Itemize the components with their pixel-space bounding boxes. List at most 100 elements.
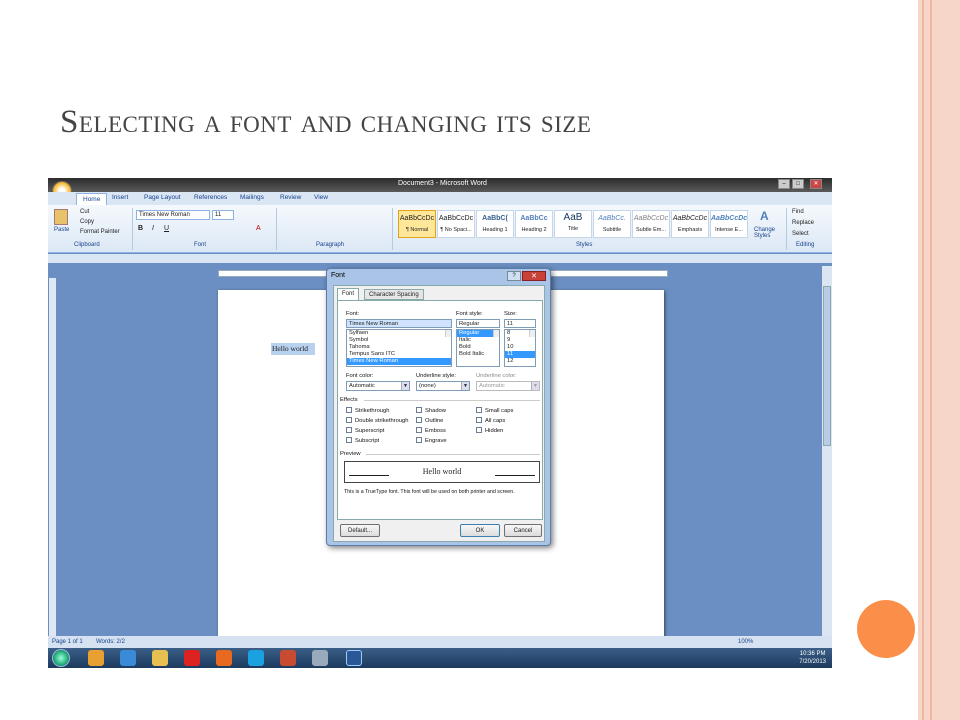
style-emphasis[interactable]: AaBbCcDc Emphasis: [671, 210, 709, 238]
list-item[interactable]: Italic: [457, 337, 499, 344]
change-styles-button[interactable]: Change Styles: [754, 227, 784, 239]
tab-home[interactable]: Home: [76, 193, 108, 205]
copy-button[interactable]: Copy: [80, 219, 94, 225]
firefox-icon[interactable]: [216, 650, 232, 666]
checkbox-box[interactable]: [416, 407, 422, 413]
checkbox-box[interactable]: [476, 407, 482, 413]
list-item[interactable]: Bold: [457, 344, 499, 351]
paint-icon[interactable]: [312, 650, 328, 666]
superscript-checkbox[interactable]: Superscript: [346, 427, 384, 434]
list-item[interactable]: Bold Italic: [457, 351, 499, 358]
style-subtle-emphasis[interactable]: AaBbCcDc Subtle Em...: [632, 210, 670, 238]
list-item[interactable]: Symbol: [347, 337, 451, 344]
tab-page-layout[interactable]: Page Layout: [144, 194, 181, 201]
underline-color-select[interactable]: Automatic ▼: [476, 381, 540, 391]
font-style-list[interactable]: Regular Italic Bold Bold Italic: [456, 329, 500, 367]
font-color-icon[interactable]: A: [256, 225, 261, 232]
cancel-button[interactable]: Cancel: [504, 524, 542, 537]
tab-review[interactable]: Review: [280, 194, 301, 201]
selected-document-text[interactable]: Hello world: [271, 343, 315, 355]
list-item[interactable]: 12: [505, 358, 535, 365]
help-button[interactable]: ?: [507, 271, 521, 281]
emboss-checkbox[interactable]: Emboss: [416, 427, 446, 434]
opera-icon[interactable]: [184, 650, 200, 666]
vertical-ruler[interactable]: [49, 278, 56, 638]
change-styles-icon[interactable]: A: [760, 209, 769, 223]
dialog-close-button[interactable]: ✕: [522, 271, 546, 281]
double-strikethrough-checkbox[interactable]: Double strikethrough: [346, 417, 409, 424]
list-item[interactable]: 9: [505, 337, 535, 344]
font-color-select[interactable]: Automatic ▼: [346, 381, 410, 391]
checkbox-box[interactable]: [476, 417, 482, 423]
underline-style-select[interactable]: (none) ▼: [416, 381, 470, 391]
page-count[interactable]: Page 1 of 1: [52, 639, 83, 645]
list-item-selected[interactable]: 11: [505, 351, 535, 358]
list-scrollbar[interactable]: [445, 330, 451, 337]
outline-checkbox[interactable]: Outline: [416, 417, 443, 424]
strikethrough-checkbox[interactable]: Strikethrough: [346, 407, 389, 414]
vertical-scrollbar[interactable]: [822, 266, 832, 638]
underline-icon[interactable]: U: [164, 225, 169, 232]
tab-insert[interactable]: Insert: [112, 194, 128, 201]
checkbox-box[interactable]: [416, 427, 422, 433]
skype-icon[interactable]: [248, 650, 264, 666]
list-item[interactable]: 10: [505, 344, 535, 351]
font-name-list[interactable]: Sylfaen Symbol Tahoma Tempus Sans ITC Ti…: [346, 329, 452, 367]
hidden-checkbox[interactable]: Hidden: [476, 427, 503, 434]
engrave-checkbox[interactable]: Engrave: [416, 437, 447, 444]
checkbox-box[interactable]: [416, 437, 422, 443]
all-caps-checkbox[interactable]: All caps: [476, 417, 505, 424]
cut-button[interactable]: Cut: [80, 209, 89, 215]
scrollbar-thumb[interactable]: [823, 286, 831, 446]
powerpoint-icon[interactable]: [280, 650, 296, 666]
checkbox-box[interactable]: [416, 417, 422, 423]
style-heading-1[interactable]: AaBbC(Heading 1: [476, 210, 514, 238]
tab-view[interactable]: View: [314, 194, 328, 201]
style-heading-2[interactable]: AaBbCc Heading 2: [515, 210, 553, 238]
checkbox-box[interactable]: [346, 417, 352, 423]
tab-font[interactable]: Font: [337, 288, 360, 300]
select-button[interactable]: Select: [792, 231, 809, 237]
paste-icon[interactable]: [54, 209, 68, 225]
media-player-icon[interactable]: [88, 650, 104, 666]
style-no-spacing[interactable]: AaBbCcDc ¶ No Spaci...: [437, 210, 475, 238]
maximize-button[interactable]: □: [792, 179, 804, 189]
tab-mailings[interactable]: Mailings: [240, 194, 264, 201]
checkbox-box[interactable]: [476, 427, 482, 433]
checkbox-box[interactable]: [346, 427, 352, 433]
style-normal[interactable]: AaBbCcDc ¶ Normal: [398, 210, 436, 238]
font-size-combo[interactable]: 11: [212, 210, 234, 220]
close-button[interactable]: ✕: [810, 179, 822, 189]
list-item[interactable]: Tempus Sans ITC: [347, 351, 451, 358]
start-button[interactable]: [52, 649, 70, 667]
size-input[interactable]: 11: [504, 319, 536, 328]
subscript-checkbox[interactable]: Subscript: [346, 437, 379, 444]
word-count[interactable]: Words: 2/2: [96, 639, 125, 645]
list-scrollbar[interactable]: [529, 330, 535, 337]
list-item[interactable]: Tahoma: [347, 344, 451, 351]
font-style-input[interactable]: Regular: [456, 319, 500, 328]
list-scrollbar[interactable]: [493, 330, 499, 337]
find-button[interactable]: Find: [792, 209, 804, 215]
word-icon[interactable]: [346, 650, 362, 666]
list-item-selected[interactable]: Times New Roman: [347, 358, 451, 365]
folder-icon[interactable]: [152, 650, 168, 666]
list-item[interactable]: Sylfaen: [347, 330, 451, 337]
format-painter-button[interactable]: Format Painter: [80, 229, 120, 235]
style-intense-emphasis[interactable]: AaBbCcDc Intense E...: [710, 210, 748, 238]
italic-icon[interactable]: I: [152, 225, 154, 232]
shadow-checkbox[interactable]: Shadow: [416, 407, 446, 414]
size-list[interactable]: 8 9 10 11 12: [504, 329, 536, 367]
zoom-level[interactable]: 100%: [738, 639, 753, 645]
replace-button[interactable]: Replace: [792, 220, 814, 226]
default-button[interactable]: Default...: [340, 524, 380, 537]
checkbox-box[interactable]: [346, 407, 352, 413]
style-title[interactable]: AaB Title: [554, 210, 592, 238]
font-name-input[interactable]: Times New Roman: [346, 319, 452, 328]
clock[interactable]: 10:36 PM 7/20/2013: [799, 650, 826, 666]
checkbox-box[interactable]: [346, 437, 352, 443]
internet-explorer-icon[interactable]: [120, 650, 136, 666]
font-name-combo[interactable]: Times New Roman: [136, 210, 210, 220]
bold-icon[interactable]: B: [138, 225, 143, 232]
tab-references[interactable]: References: [194, 194, 227, 201]
